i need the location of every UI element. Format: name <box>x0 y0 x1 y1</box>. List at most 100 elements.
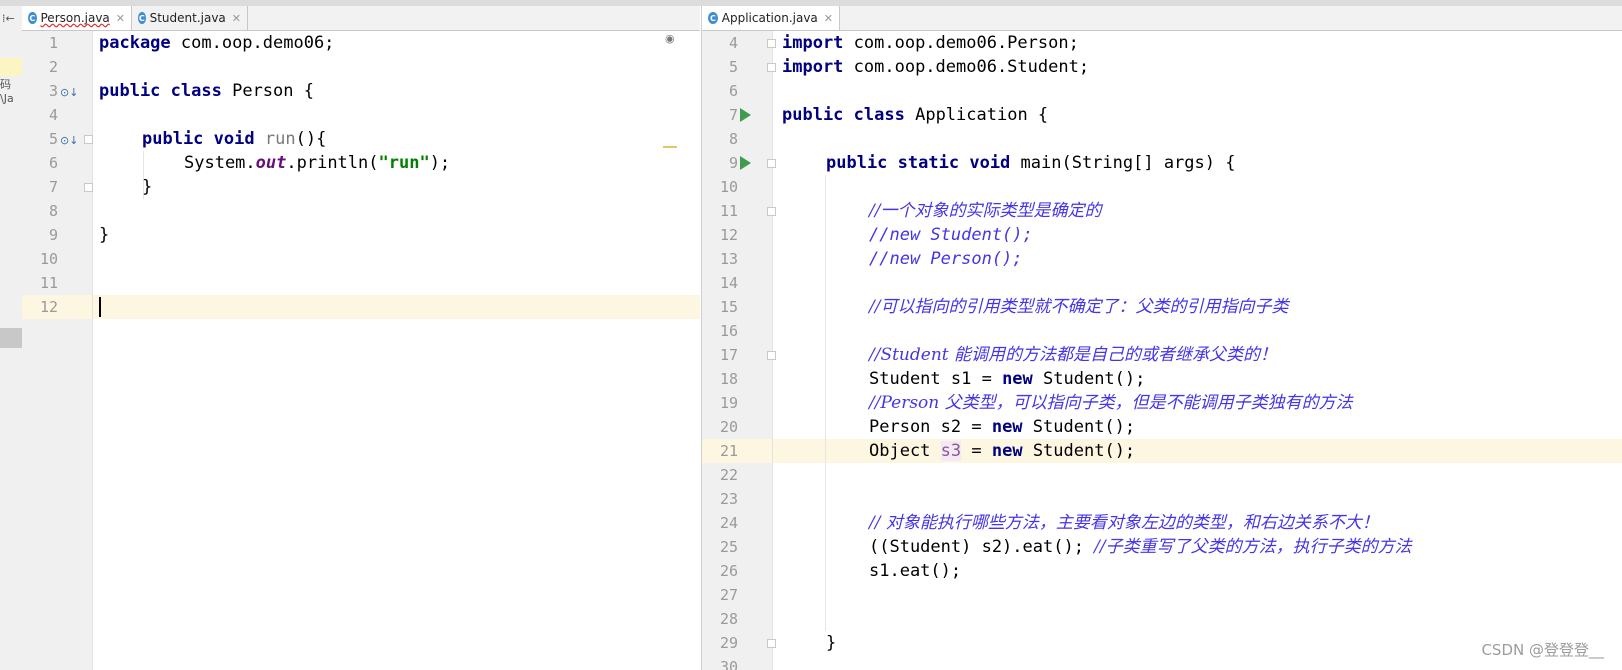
run-icon[interactable] <box>740 156 751 170</box>
line-number: 8 <box>728 130 738 148</box>
line-number: 5 <box>48 130 58 148</box>
code-area-left[interactable]: package com.oop.demo06; public class Per… <box>93 31 700 670</box>
line-number: 30 <box>719 658 738 670</box>
code-line: s1.eat(); <box>869 561 962 581</box>
line-number: 11 <box>719 202 738 220</box>
line-number: 17 <box>719 346 738 364</box>
close-icon[interactable]: ✕ <box>824 12 833 25</box>
structure-toggle-icon[interactable]: ⁞← <box>2 12 15 25</box>
code-line: ((Student) s2).eat(); //子类重写了父类的方法，执行子类的… <box>869 535 1622 559</box>
line-number: 13 <box>719 250 738 268</box>
warning-stripe-marker[interactable] <box>663 146 677 148</box>
code-text: Person { <box>221 81 314 101</box>
csdn-watermark: CSDN @登登登__ <box>1481 641 1604 659</box>
code-line: import com.oop.demo06.Student; <box>782 55 1622 79</box>
eye-icon[interactable]: ◉ <box>665 32 675 45</box>
line-number: 29 <box>719 634 738 652</box>
keyword: package <box>99 33 171 53</box>
line-number: 12 <box>719 226 738 244</box>
comment-line: //Person 父类型，可以指向子类，但是不能调用子类独有的方法 <box>869 393 1353 413</box>
class-icon: C <box>708 12 718 24</box>
overridden-by-subclass-icon[interactable]: ⊙↓ <box>60 134 78 147</box>
line-number: 10 <box>719 178 738 196</box>
line-number: 14 <box>719 274 738 292</box>
tab-label: Person.java <box>40 11 110 25</box>
path-fragment-label: 码\Ja <box>0 78 14 105</box>
comment-line: //一个对象的实际类型是确定的 <box>869 201 1102 221</box>
tool-strip-selection <box>0 328 22 348</box>
line-number: 27 <box>719 586 738 604</box>
fold-toggle-icon[interactable] <box>84 183 93 192</box>
keyword: public <box>142 129 204 149</box>
comment-line: //new Person(); <box>869 249 1023 269</box>
editor-gutter-left[interactable]: 1 2 3 4 5 6 7 8 9 10 11 12 ⊙↓ ⊙↓ <box>22 31 93 670</box>
line-number: 25 <box>719 538 738 556</box>
keyword: new <box>1002 369 1033 389</box>
tool-strip-highlight <box>0 58 22 76</box>
editor-pane-left: C Person.java ✕ C Student.java ✕ 1 2 3 4… <box>22 6 700 670</box>
fold-toggle-icon[interactable] <box>84 135 93 144</box>
code-text: Student(); <box>1032 369 1146 389</box>
code-text: (){ <box>295 129 327 149</box>
line-number: 21 <box>719 442 738 460</box>
comment-line: //Student 能调用的方法都是自己的或者继承父类的！ <box>869 345 1278 365</box>
code-area-right[interactable]: import com.oop.demo06.Person; import com… <box>773 31 1622 670</box>
code-text: com.oop.demo06; <box>170 33 335 53</box>
run-icon[interactable] <box>740 108 751 122</box>
code-text: main(String[] args) { <box>1010 153 1236 173</box>
line-number: 1 <box>48 34 58 52</box>
editor-tab-bar-left: C Person.java ✕ C Student.java ✕ <box>22 6 700 31</box>
code-line: } <box>142 177 153 197</box>
editor-gutter-right[interactable]: 4 5 6 7 8 9 10 11 12 13 14 15 16 17 18 1… <box>702 31 776 670</box>
line-number: 8 <box>48 202 58 220</box>
code-line: public class Person { <box>99 79 700 103</box>
code-line: System.out.println("run"); <box>184 151 700 175</box>
line-number: 20 <box>719 418 738 436</box>
tab-application-java[interactable]: C Application.java ✕ <box>702 6 840 30</box>
line-number: 28 <box>719 610 738 628</box>
line-number: 19 <box>719 394 738 412</box>
code-line: public class Application { <box>782 103 1622 127</box>
keyword: new <box>991 417 1023 437</box>
close-icon[interactable]: ✕ <box>232 12 241 25</box>
code-line: package com.oop.demo06; <box>99 31 700 55</box>
comment-line: //可以指向的引用类型就不确定了：父类的引用指向子类 <box>869 297 1289 317</box>
close-icon[interactable]: ✕ <box>116 12 125 25</box>
string-literal: "run" <box>378 153 430 173</box>
tab-person-java[interactable]: C Person.java ✕ <box>22 6 132 30</box>
keyword: void <box>969 153 1011 173</box>
line-number: 7 <box>48 178 58 196</box>
code-line: Student s1 = new Student(); <box>869 367 1622 391</box>
project-tool-strip[interactable]: ⁞← 码\Ja <box>0 6 23 670</box>
line-number: 12 <box>39 298 58 316</box>
code-line: public void run(){ <box>142 127 700 151</box>
inline-comment: //子类重写了父类的方法，执行子类的方法 <box>1094 537 1412 557</box>
line-number: 15 <box>719 298 738 316</box>
keyword: import <box>782 57 844 77</box>
keyword: class <box>170 81 222 101</box>
code-line: } <box>99 225 110 245</box>
code-text: Student(); <box>1022 441 1136 461</box>
unused-variable: s3 <box>940 441 962 461</box>
line-number: 4 <box>48 106 58 124</box>
code-text: Student s1 = <box>869 369 1003 389</box>
tab-student-java[interactable]: C Student.java ✕ <box>132 6 248 30</box>
line-number: 22 <box>719 466 738 484</box>
code-text: Application { <box>904 105 1049 125</box>
overridden-by-subclass-icon[interactable]: ⊙↓ <box>60 86 78 99</box>
line-number: 16 <box>719 322 738 340</box>
line-number: 9 <box>48 226 58 244</box>
static-field: out <box>255 153 287 173</box>
keyword: public <box>826 153 888 173</box>
code-text: ); <box>429 153 451 173</box>
keyword: public <box>99 81 161 101</box>
class-icon: C <box>28 12 37 24</box>
code-text: com.oop.demo06.Student; <box>843 57 1090 77</box>
line-number: 4 <box>728 34 738 52</box>
class-icon: C <box>138 12 146 24</box>
code-line: import com.oop.demo06.Person; <box>782 31 1622 55</box>
keyword: static <box>897 153 960 173</box>
line-number: 6 <box>728 82 738 100</box>
code-text: Person s2 = <box>869 417 992 437</box>
keyword: public <box>782 105 844 125</box>
